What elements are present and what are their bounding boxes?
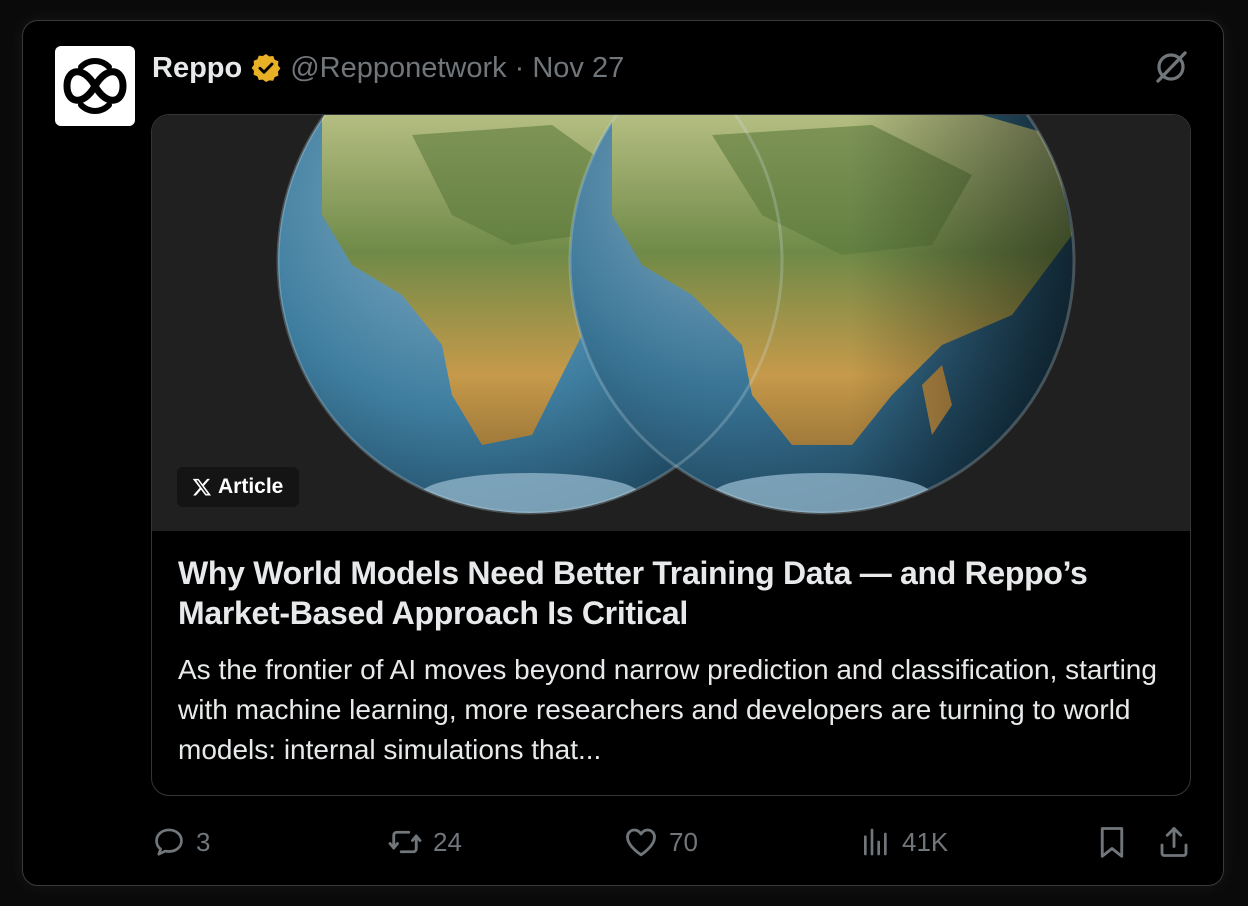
like-count: 70	[669, 826, 698, 857]
author-handle[interactable]: @Repponetwork	[290, 52, 506, 85]
share-icon	[1160, 827, 1188, 857]
x-logo-icon	[192, 478, 212, 496]
article-badge: Article	[177, 467, 300, 507]
article-badge-label: Article	[218, 475, 284, 498]
bookmark-button[interactable]	[1094, 820, 1130, 864]
repost-icon	[388, 830, 422, 854]
reply-icon	[155, 828, 183, 856]
post-header: Reppo @Repponetwork · Nov 27	[152, 48, 624, 88]
avatar[interactable]	[55, 46, 135, 126]
views-icon	[864, 828, 887, 856]
bookmark-icon	[1100, 827, 1124, 858]
like-button[interactable]: 70	[623, 820, 698, 864]
author-name[interactable]: Reppo	[152, 52, 242, 85]
article-cover-image[interactable]	[152, 115, 1190, 531]
reppo-logo-icon	[63, 58, 127, 114]
repost-button[interactable]: 24	[387, 820, 462, 864]
views-count: 41K	[902, 826, 949, 857]
grok-icon[interactable]	[1152, 48, 1190, 86]
like-icon	[626, 828, 656, 857]
share-button[interactable]	[1156, 820, 1192, 864]
views-button[interactable]: 41K	[860, 820, 948, 864]
post-date[interactable]: Nov 27	[532, 52, 624, 85]
article-card[interactable]: Article Why World Models Need Better Tra…	[151, 114, 1191, 796]
repost-count: 24	[433, 826, 462, 857]
reply-count: 3	[196, 826, 211, 857]
separator-dot: ·	[514, 51, 525, 84]
article-description: As the frontier of AI moves beyond narro…	[178, 654, 1157, 765]
reply-button[interactable]: 3	[152, 820, 210, 864]
verified-badge-icon	[250, 52, 282, 84]
article-title[interactable]: Why World Models Need Better Training Da…	[178, 553, 1168, 633]
